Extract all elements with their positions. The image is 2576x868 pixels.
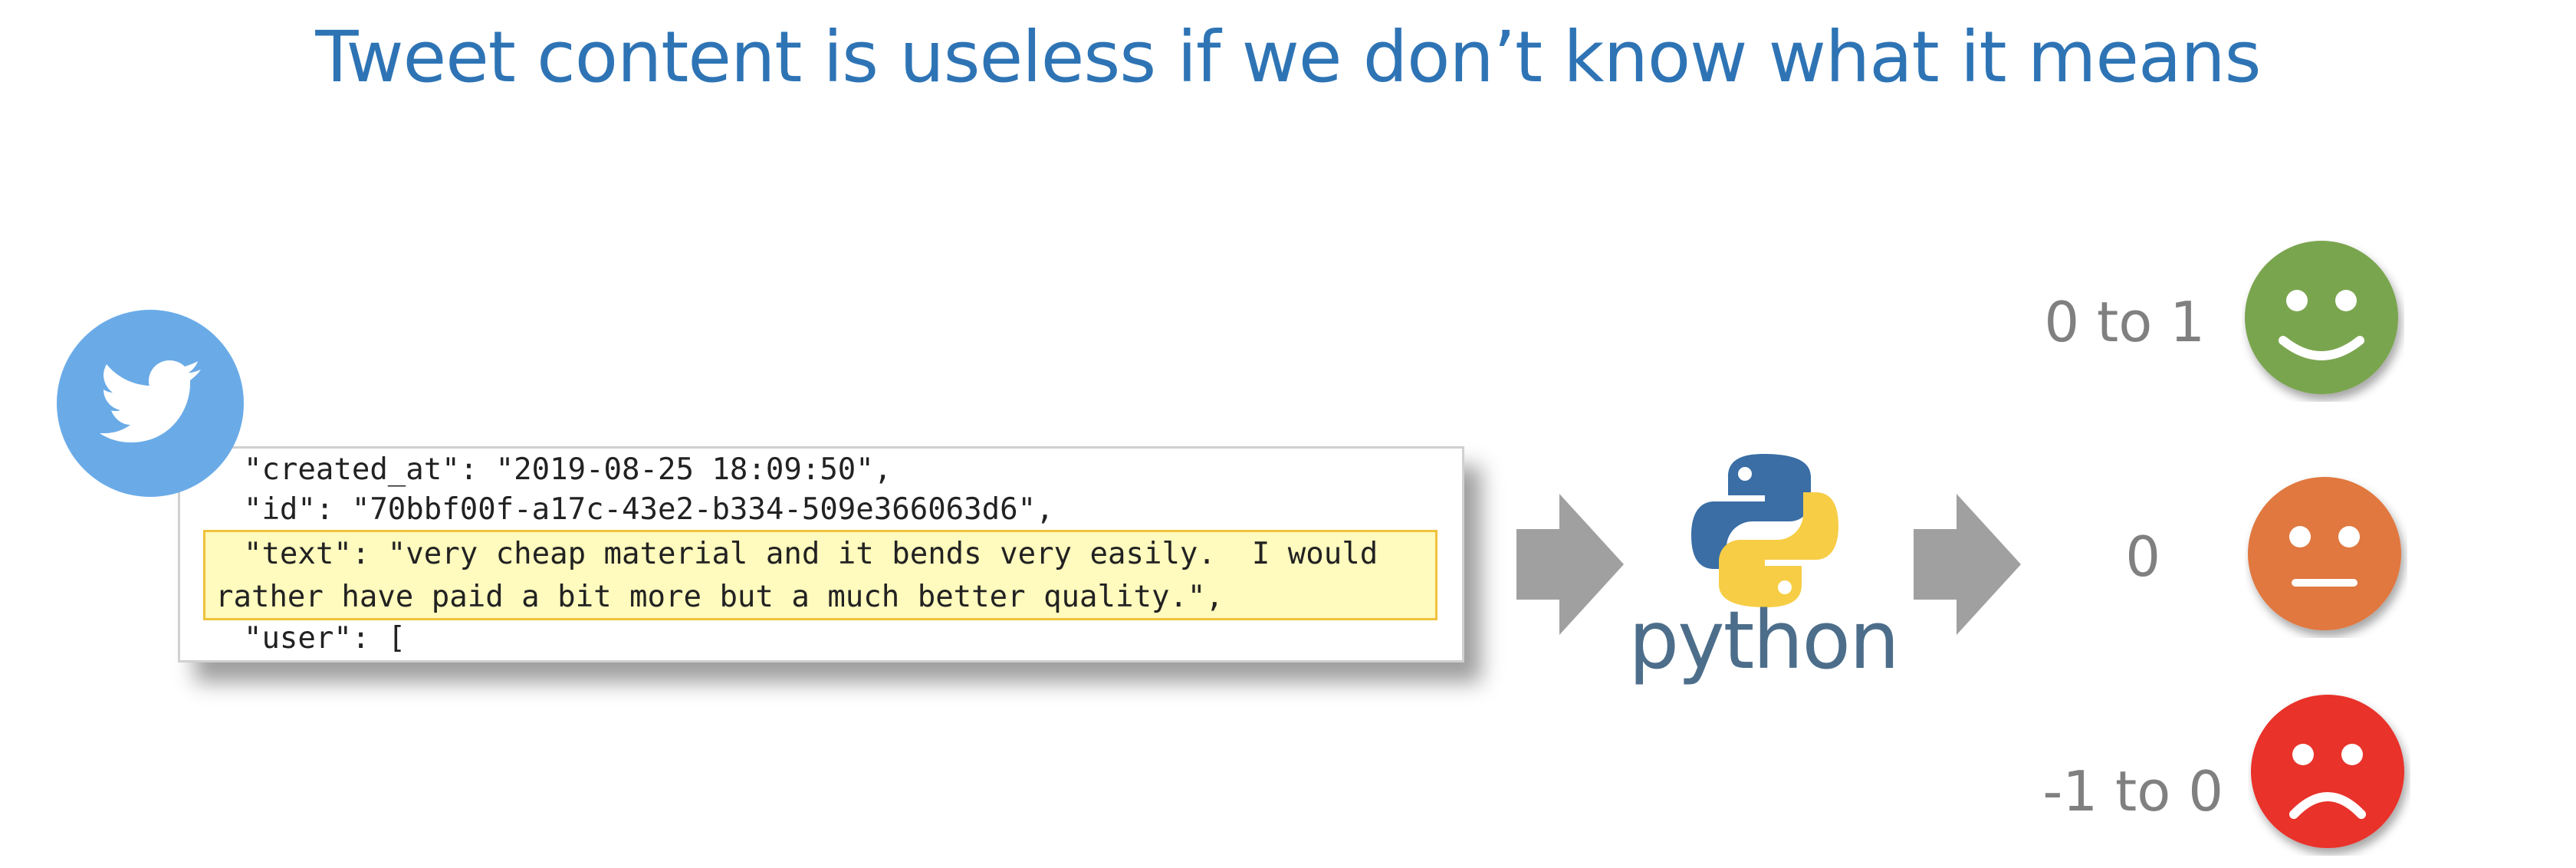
json-line-user: "user": [ — [208, 621, 406, 656]
python-logo-icon — [1691, 454, 1838, 607]
json-line-text-1: "text": "very cheap material and it bend… — [208, 537, 1378, 571]
arrow-to-python-icon — [1516, 494, 1624, 635]
negative-range-label: -1 to 0 — [2042, 759, 2223, 824]
tweet-json-card: "created_at": "2019-08-25 18:09:50", "id… — [178, 446, 1464, 663]
json-line-id: "id": "70bbf00f-a17c-43e2-b334-509e36606… — [208, 492, 1054, 527]
neutral-range-label: 0 — [2125, 524, 2160, 589]
slide-title: Tweet content is useless if we don’t kno… — [315, 16, 2261, 98]
python-label: python — [1628, 593, 1900, 687]
sad-face-icon — [2251, 695, 2404, 848]
json-line-text-2: rather have paid a bit more but a much b… — [215, 580, 1224, 614]
positive-range-label: 0 to 1 — [2044, 290, 2205, 354]
json-line-created-at: "created_at": "2019-08-25 18:09:50", — [208, 452, 892, 487]
smiley-face-icon — [2245, 241, 2398, 394]
neutral-face-icon — [2248, 477, 2401, 630]
twitter-bird-icon — [57, 310, 244, 497]
slide: Tweet content is useless if we don’t kno… — [0, 0, 2576, 868]
